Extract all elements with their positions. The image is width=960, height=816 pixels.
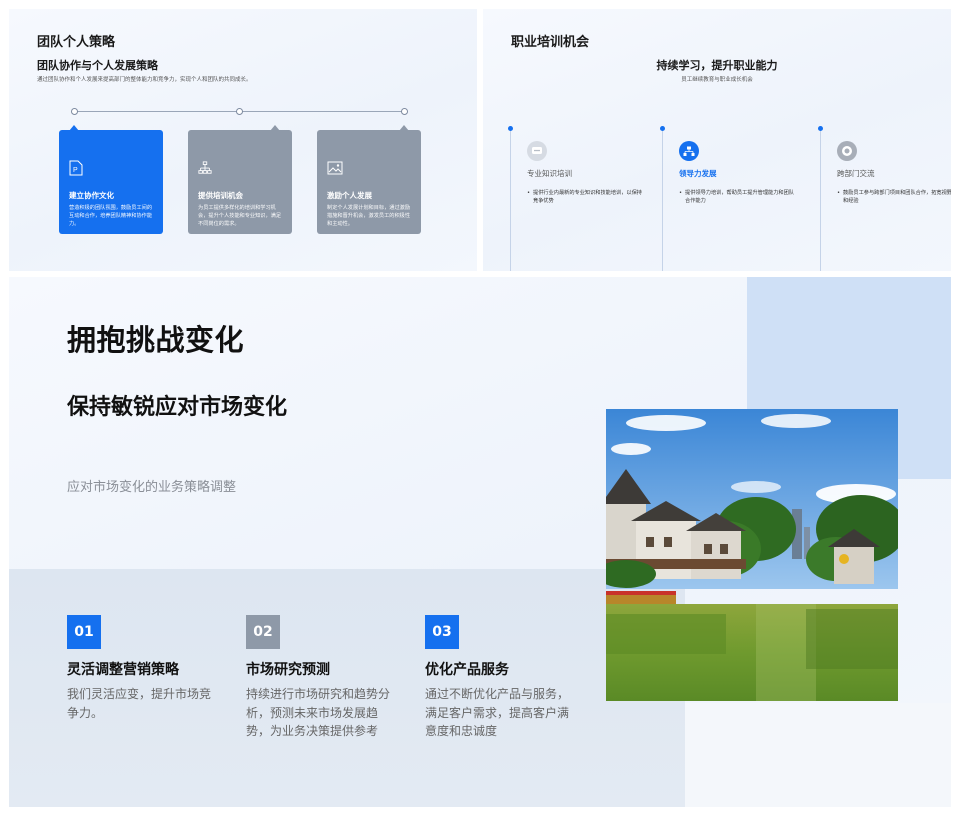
column-text: 提供行业内最新的专业知识和技能培训，以保持竞争优势 xyxy=(527,189,645,205)
card-text: 制定个人发展计划和目标，通过激励措施和晋升机会，激发员工的积极性和主动性。 xyxy=(327,205,411,227)
column-title: 专业知识培训 xyxy=(527,169,572,178)
slide-career-training[interactable]: 职业培训机会 持续学习，提升职业能力 员工继续教育与职业成长机会 专业知识培训 … xyxy=(483,9,951,271)
slide-title: 团队个人策略 xyxy=(37,35,116,50)
svg-text:P: P xyxy=(73,167,78,174)
card-notch xyxy=(399,125,409,131)
strategy-item: 02 市场研究预测 持续进行市场研究和趋势分析，预测未来市场发展趋势，为业务决策… xyxy=(246,615,396,741)
column-title: 跨部门交流 xyxy=(837,169,875,178)
card-notch xyxy=(270,125,280,131)
item-title: 市场研究预测 xyxy=(246,662,330,678)
org-chart-icon xyxy=(198,161,212,174)
card-collaboration-culture: P 建立协作文化 营造积极的团队氛围，鼓励员工间的互动和合作，培养团队精神和协作… xyxy=(59,125,163,234)
decorative-light-panel xyxy=(685,703,951,807)
column-cross-department: 跨部门交流 鼓励员工参与跨部门项目和团队合作，拓宽视野和经验 xyxy=(818,126,951,271)
column-dot xyxy=(660,126,665,131)
canal-town-photo xyxy=(606,409,898,701)
chat-icon xyxy=(527,141,547,161)
item-text: 通过不断优化产品与服务，满足客户需求，提高客户满意度和忠诚度 xyxy=(425,687,570,739)
strategy-item: 03 优化产品服务 通过不断优化产品与服务，满足客户需求，提高客户满意度和忠诚度 xyxy=(425,615,575,741)
slide-subtitle: 保持敏锐应对市场变化 xyxy=(67,395,288,420)
document-p-icon: P xyxy=(69,160,83,176)
number-badge: 03 xyxy=(425,615,459,649)
column-title: 领导力发展 xyxy=(679,169,717,178)
item-title: 优化产品服务 xyxy=(425,662,509,678)
column-divider xyxy=(820,127,821,271)
target-icon xyxy=(837,141,857,161)
image-icon xyxy=(327,161,343,175)
column-divider xyxy=(662,127,663,271)
slide-title: 拥抱挑战变化 xyxy=(67,323,245,357)
column-leadership: 领导力发展 提供领导力培训，帮助员工提升管理能力和团队合作能力 xyxy=(660,126,812,271)
number-badge: 01 xyxy=(67,615,101,649)
slide-title: 职业培训机会 xyxy=(511,35,590,50)
card-text: 营造积极的团队氛围，鼓励员工间的互动和合作，培养团队精神和协作能力。 xyxy=(69,205,153,227)
card-training-opportunity: 提供培训机会 为员工提供多样化的培训和学习机会，提升个人技能和专业知识，满足不同… xyxy=(188,125,292,234)
column-professional-training: 专业知识培训 提供行业内最新的专业知识和技能培训，以保持竞争优势 xyxy=(508,126,660,271)
card-title: 建立协作文化 xyxy=(69,191,114,200)
strategy-item: 01 灵活调整营销策略 我们灵活应变，提升市场竞争力。 xyxy=(67,615,217,722)
timeline-node xyxy=(401,108,408,115)
card-personal-development: 激励个人发展 制定个人发展计划和目标，通过激励措施和晋升机会，激发员工的积极性和… xyxy=(317,125,421,234)
card-title: 激励个人发展 xyxy=(327,191,372,200)
item-text: 持续进行市场研究和趋势分析，预测未来市场发展趋势，为业务决策提供参考 xyxy=(246,687,391,739)
slide-description: 通过团队协作和个人发展来提高部门的整体能力和竞争力，实现个人和团队的共同成长。 xyxy=(37,77,252,83)
number-badge: 02 xyxy=(246,615,280,649)
card-title: 提供培训机会 xyxy=(198,191,243,200)
slide-lead: 应对市场变化的业务策略调整 xyxy=(67,480,237,495)
card-notch xyxy=(69,125,79,131)
card-text: 为员工提供多样化的培训和学习机会，提升个人技能和专业知识，满足不同岗位的需求。 xyxy=(198,205,282,227)
item-title: 灵活调整营销策略 xyxy=(67,662,179,678)
slide-embrace-change[interactable]: 拥抱挑战变化 保持敏锐应对市场变化 应对市场变化的业务策略调整 01 灵活调整营… xyxy=(9,277,951,807)
column-dot xyxy=(508,126,513,131)
timeline-node xyxy=(236,108,243,115)
column-dot xyxy=(818,126,823,131)
item-text: 我们灵活应变，提升市场竞争力。 xyxy=(67,687,212,720)
column-text: 提供领导力培训，帮助员工提升管理能力和团队合作能力 xyxy=(679,189,797,205)
slide-subtitle: 团队协作与个人发展策略 xyxy=(37,59,158,72)
slide-heading: 持续学习，提升职业能力 xyxy=(656,59,778,72)
timeline-node xyxy=(71,108,78,115)
hierarchy-icon xyxy=(679,141,699,161)
slide-subheading: 员工继续教育与职业成长机会 xyxy=(681,77,753,83)
column-text: 鼓励员工参与跨部门项目和团队合作，拓宽视野和经验 xyxy=(837,189,951,205)
slide-team-strategy[interactable]: 团队个人策略 团队协作与个人发展策略 通过团队协作和个人发展来提高部门的整体能力… xyxy=(9,9,477,271)
column-divider xyxy=(510,127,511,271)
